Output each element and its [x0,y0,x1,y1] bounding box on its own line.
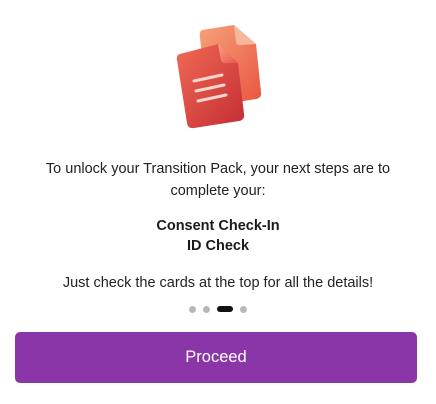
next-steps-list: Consent Check-In ID Check [24,216,412,256]
unlock-message: To unlock your Transition Pack, your nex… [45,161,391,199]
pagination-dots [0,305,436,313]
step-consent-check-in: Consent Check-In [156,218,280,234]
proceed-button[interactable]: Proceed [15,332,417,383]
pagination-dot-2[interactable] [203,305,210,313]
hint-text: Just check the cards at the top for all … [62,275,374,291]
pagination-dot-4[interactable] [240,305,247,313]
pagination-dot-3-active[interactable] [217,306,233,312]
pagination-dot-1[interactable] [189,305,196,313]
documents-icon [176,25,262,129]
transition-pack-screen: To unlock your Transition Pack, your nex… [0,0,436,404]
step-id-check: ID Check [186,238,250,254]
